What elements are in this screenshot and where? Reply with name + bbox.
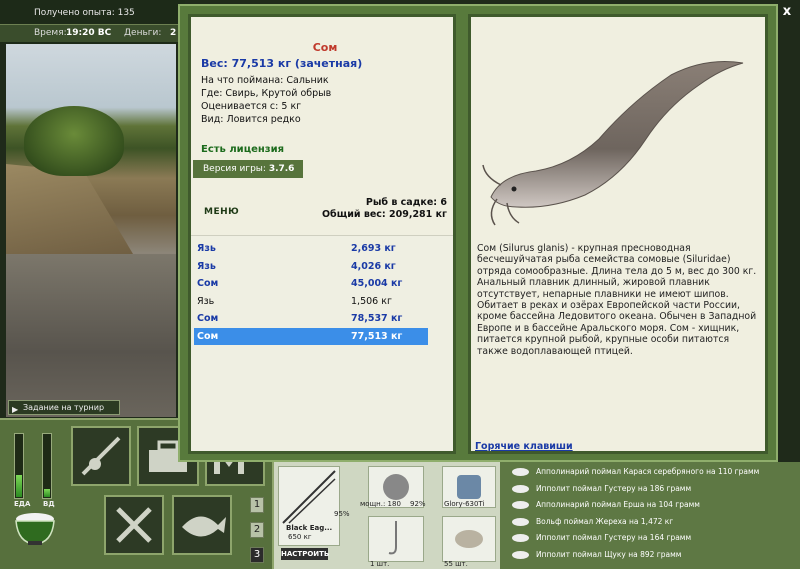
tree-cluster xyxy=(24,106,124,176)
catch-fish-name: Сом xyxy=(197,313,219,324)
keepnet-summary: Рыб в садке: 6 Общий вес: 209,281 кг xyxy=(322,197,447,221)
catch-list: Язь 2,693 кг Язь 4,026 кг Сом 45,004 кг Язь 1,5… xyxy=(191,235,453,451)
fish-tile[interactable] xyxy=(172,495,232,555)
catch-fish-weight: 1,506 кг xyxy=(351,295,392,307)
rarity: Вид: Ловится редко xyxy=(201,114,301,125)
version-value: 3.7.6 xyxy=(268,164,295,174)
catch-fish-weight: 78,537 кг xyxy=(351,313,403,324)
catch-fish-weight: 2,693 кг xyxy=(351,243,396,254)
hotkeys-link[interactable]: Горячие клавиши xyxy=(475,441,573,452)
cooking-pot-icon[interactable] xyxy=(10,505,60,547)
reel-percent: 92% xyxy=(410,500,426,508)
line-name: Glory-630Ti xyxy=(444,500,485,508)
version-label: Версия игры: xyxy=(203,164,266,174)
time-label: Время: xyxy=(34,28,67,38)
catch-list-row[interactable]: Сом 45,004 кг xyxy=(194,275,428,292)
page-button-2[interactable]: 2 xyxy=(250,522,264,538)
page-button-3[interactable]: 3 xyxy=(250,547,264,563)
rod-name: Black Eag... xyxy=(286,524,333,532)
hook-slot[interactable] xyxy=(368,516,424,562)
catch-fish-name: Сом xyxy=(197,330,219,342)
valued-from: Оценивается с: 5 кг xyxy=(201,101,302,112)
fishing-scene[interactable] xyxy=(6,44,176,417)
play-icon: ▶ xyxy=(12,405,19,414)
catch-fish-weight: 4,026 кг xyxy=(351,260,396,272)
food-meter xyxy=(14,433,24,499)
keepnet-count: Рыб в садке: 6 xyxy=(365,197,447,208)
menu-button[interactable]: МЕНЮ xyxy=(204,207,239,217)
catch-list-row[interactable]: Язь 1,506 кг xyxy=(194,293,428,310)
money-label: Деньги: xyxy=(124,28,162,38)
keepnet-total: Общий вес: 209,281 кг xyxy=(321,209,447,220)
catch-fish-weight: 77,513 кг xyxy=(351,330,403,342)
xp-counter: Получено опыта: 135 xyxy=(34,8,135,18)
fish-description: Сом (Silurus glanis) - крупная пресновод… xyxy=(477,243,757,357)
page-button-1[interactable]: 1 xyxy=(250,497,264,513)
catch-list-row[interactable]: Сом 78,537 кг xyxy=(194,310,428,327)
reel-power: мощн.: 180 xyxy=(360,500,401,508)
hook-qty: 1 шт. xyxy=(370,560,390,568)
tournament-task-button[interactable]: ▶ Задание на турнир xyxy=(8,400,120,415)
catch-fish-weight: 45,004 кг xyxy=(351,278,403,289)
knife-fork-icon xyxy=(116,507,152,543)
catch-fish-name: Язь xyxy=(197,243,216,254)
caught-with: На что поймана: Сальник xyxy=(201,75,329,86)
catch-list-row[interactable]: Язь 2,693 кг xyxy=(194,240,428,257)
tackle-tile[interactable] xyxy=(71,426,131,486)
rod-reel-icon xyxy=(81,436,121,476)
catch-location: Где: Свирь, Крутой обрыв xyxy=(201,88,332,99)
fish-small-icon xyxy=(512,550,529,559)
fish-details-card: Сом Вес: 77,513 кг (зачетная) На что пой… xyxy=(188,14,456,454)
feed-item: Ипполит поймал Густеру на 164 грамм xyxy=(508,530,800,547)
catch-list-row[interactable]: Язь 4,026 кг xyxy=(194,258,428,275)
bait-icon xyxy=(455,530,483,548)
catch-list-row[interactable]: Сом 77,513 кг xyxy=(194,327,428,345)
water-meter xyxy=(42,433,52,499)
rod-weight: 650 кг xyxy=(288,533,312,541)
bait-qty: 55 шт. xyxy=(444,560,468,568)
water-meter-fill xyxy=(44,489,50,497)
fish-icon xyxy=(182,516,226,537)
feed-item: Ипполит поймал Густеру на 186 грамм xyxy=(508,481,800,498)
fish-small-icon xyxy=(512,468,529,476)
catfish-image xyxy=(482,61,744,226)
feed-item: Ипполит поймал Щуку на 892 грамм xyxy=(508,547,800,564)
hook-icon xyxy=(388,521,397,555)
catch-fish-name: Сом xyxy=(197,278,219,289)
rod-icon xyxy=(282,470,336,524)
bait-slot[interactable] xyxy=(442,516,496,562)
money-value: 2 xyxy=(170,28,177,38)
catch-fish-name: Язь xyxy=(197,260,216,272)
fish-description-card: Сом (Silurus glanis) - крупная пресновод… xyxy=(468,14,768,454)
time-value: 19:20 ВС xyxy=(66,28,112,38)
feed-item: Апполинарий поймал Ерша на 104 грамм xyxy=(508,497,800,514)
time-money-row: Время: 19:20 ВС Деньги: 2 xyxy=(0,24,185,42)
license-status: Есть лицензия xyxy=(201,144,285,155)
fish-small-icon xyxy=(512,484,529,493)
fish-small-icon xyxy=(512,534,529,542)
top-status-bar: Получено опыта: 135 Время: 19:20 ВС День… xyxy=(0,0,185,44)
food-tile[interactable] xyxy=(104,495,164,555)
river-bank xyxy=(6,164,136,259)
catch-fish-name: Язь xyxy=(197,295,215,307)
game-version: Версия игры: 3.7.6 xyxy=(193,160,303,178)
fish-title: Сом xyxy=(312,41,338,54)
fish-small-icon xyxy=(512,517,529,526)
tournament-task-label: Задание на турнир xyxy=(23,403,105,412)
fish-small-icon xyxy=(512,501,529,509)
setup-button[interactable]: НАСТРОИТЬ xyxy=(281,548,329,560)
close-icon[interactable]: x xyxy=(779,4,795,20)
river-water xyxy=(6,254,176,417)
fish-weight: Вес: 77,513 кг (зачетная) xyxy=(201,57,363,70)
rod-percent: 95% xyxy=(334,510,350,518)
catch-feed: Апполинарий поймал Карася серебряного на… xyxy=(500,462,800,569)
feed-item: Апполинарий поймал Карася серебряного на… xyxy=(508,464,800,481)
food-meter-fill xyxy=(16,474,22,497)
feed-item: Вольф поймал Жереха на 1,472 кг xyxy=(508,514,800,531)
